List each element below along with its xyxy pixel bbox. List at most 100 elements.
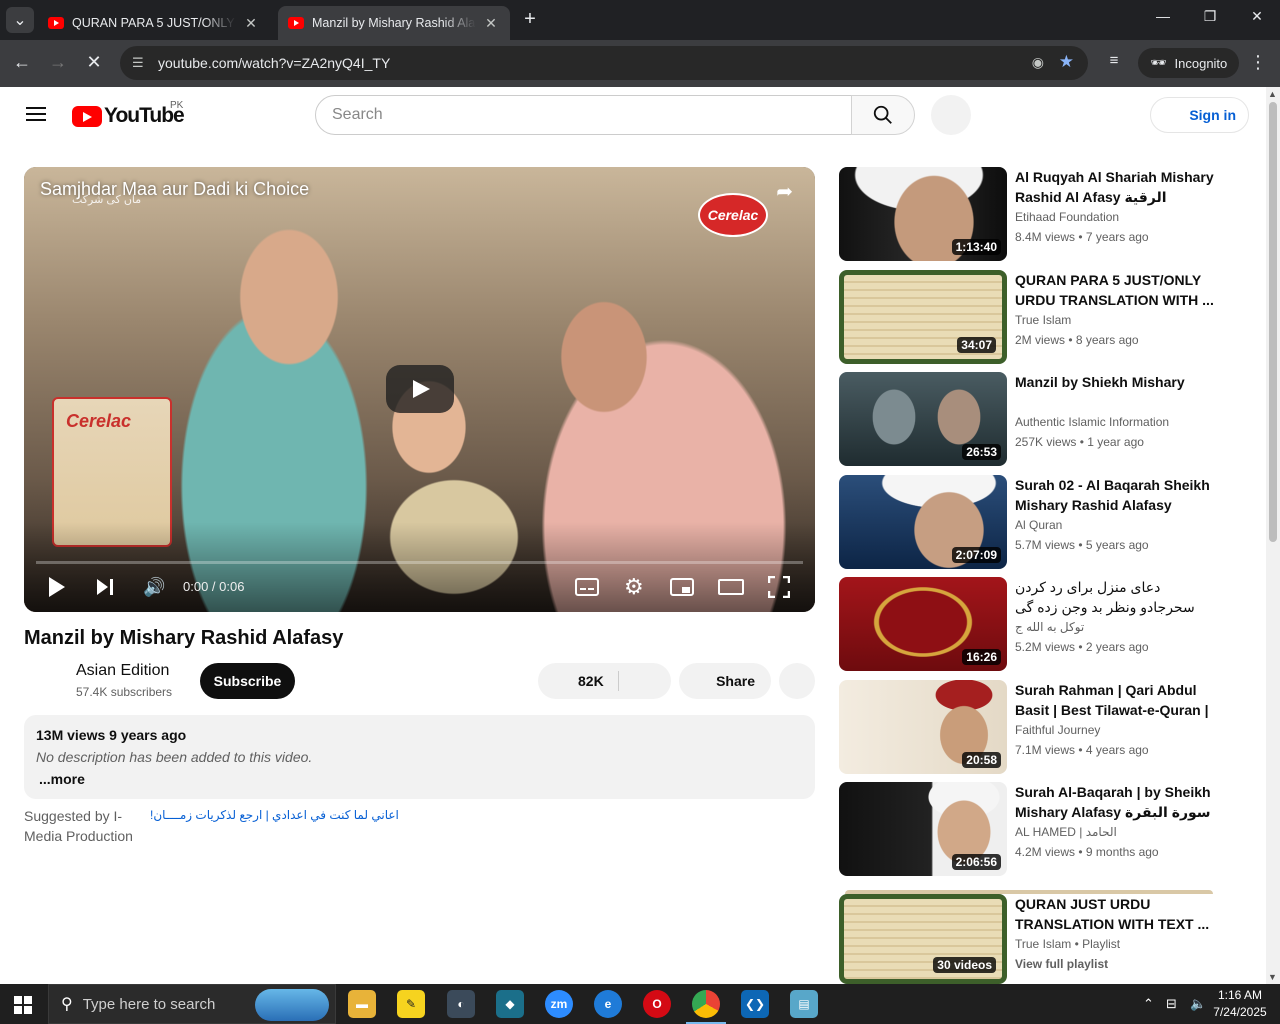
minimize-icon[interactable]: —: [1148, 8, 1178, 24]
channel-avatar[interactable]: [24, 662, 64, 702]
more-actions-button[interactable]: [779, 663, 815, 699]
restore-icon[interactable]: ❐: [1195, 8, 1225, 25]
recommendation-item[interactable]: 2:06:56 Surah Al-Baqarah | by Sheikh Mis…: [839, 782, 1219, 876]
edge-icon[interactable]: e: [594, 990, 622, 1018]
recommendation-item[interactable]: 16:26 دعای منزل برای رد کردن سحرجادو ونظ…: [839, 577, 1219, 671]
play-icon[interactable]: [48, 575, 66, 599]
close-tab-icon[interactable]: ✕: [242, 15, 260, 32]
sign-in-button[interactable]: Sign in: [1150, 97, 1249, 133]
settings-gear-icon[interactable]: ⚙: [624, 574, 644, 599]
big-play-button[interactable]: [386, 365, 454, 413]
subtitles-icon[interactable]: [575, 575, 599, 599]
subscribe-button[interactable]: Subscribe: [200, 663, 295, 699]
ad-title[interactable]: Samjhdar Maa aur Dadi ki Choice: [40, 179, 309, 200]
new-tab-button[interactable]: +: [518, 8, 542, 31]
zoom-icon[interactable]: zm: [545, 990, 573, 1018]
forward-icon[interactable]: →: [46, 52, 70, 73]
chrome-icon[interactable]: [686, 990, 726, 1024]
theater-mode-icon[interactable]: [718, 575, 744, 599]
eye-off-icon[interactable]: ◉: [1032, 54, 1044, 71]
rec-title[interactable]: Surah Al-Baqarah | by Sheikh Mishary Ala…: [1015, 782, 1217, 822]
rec-channel[interactable]: توکل به الله ج: [1015, 620, 1084, 634]
recommendation-item[interactable]: 20:58 Surah Rahman | Qari Abdul Basit | …: [839, 680, 1219, 774]
rec-title[interactable]: QURAN PARA 5 JUST/ONLY URDU TRANSLATION …: [1015, 270, 1217, 310]
video-thumbnail[interactable]: 34:07: [839, 270, 1007, 364]
rec-title[interactable]: Surah Rahman | Qari Abdul Basit | Best T…: [1015, 680, 1217, 720]
description-box[interactable]: 13M views 9 years ago No description has…: [24, 715, 815, 799]
rec-channel[interactable]: Faithful Journey: [1015, 723, 1100, 737]
video-thumbnail[interactable]: 16:26: [839, 577, 1007, 671]
video-thumbnail[interactable]: 26:53: [839, 372, 1007, 466]
youtube-logo[interactable]: YouTube PK: [72, 100, 185, 128]
rec-title[interactable]: Surah 02 - Al Baqarah Sheikh Mishary Ras…: [1015, 475, 1217, 515]
stop-loading-icon[interactable]: ✕: [82, 52, 106, 73]
file-explorer-icon[interactable]: ▬: [348, 990, 376, 1018]
network-icon[interactable]: ⊟: [1166, 996, 1177, 1012]
close-tab-icon[interactable]: ✕: [482, 15, 500, 32]
recommendation-item[interactable]: 2:07:09 Surah 02 - Al Baqarah Sheikh Mis…: [839, 475, 1219, 569]
show-more-link[interactable]: ...more: [39, 771, 803, 787]
address-bar[interactable]: ☰ youtube.com/watch?v=ZA2nyQ4I_TY ◉ ★: [120, 46, 1088, 80]
browser-tab-2[interactable]: Manzil by Mishary Rashid Alafasy ✕: [278, 6, 510, 40]
share-button[interactable]: Share: [679, 663, 771, 699]
recommendation-item[interactable]: 34:07 QURAN PARA 5 JUST/ONLY URDU TRANSL…: [839, 270, 1219, 364]
video-thumbnail[interactable]: 1:13:40: [839, 167, 1007, 261]
rec-title[interactable]: Al Ruqyah Al Shariah Mishary Rashid Al A…: [1015, 167, 1217, 207]
video-thumbnail[interactable]: 2:06:56: [839, 782, 1007, 876]
volume-tray-icon[interactable]: 🔈: [1190, 996, 1206, 1012]
rec-channel[interactable]: Etihaad Foundation: [1015, 210, 1119, 224]
app-icon[interactable]: ◐: [447, 990, 475, 1018]
suggested-link[interactable]: اعاني لما كنت في اعدادي | ارجع لذكريات ز…: [150, 808, 399, 822]
rec-channel[interactable]: True Islam • Playlist: [1015, 937, 1120, 951]
rec-title[interactable]: Manzil by Shiekh Mishary: [1015, 372, 1217, 392]
rec-title[interactable]: QURAN JUST URDU TRANSLATION WITH TEXT ..…: [1015, 894, 1217, 934]
site-info-icon[interactable]: ☰: [132, 55, 152, 71]
scroll-down-icon[interactable]: ▼: [1268, 972, 1277, 982]
sticky-notes-icon[interactable]: ✎: [397, 990, 425, 1018]
scrollbar-thumb[interactable]: [1269, 102, 1277, 542]
rec-title[interactable]: دعای منزل برای رد کردن سحرجادو ونظر بد و…: [1015, 577, 1217, 617]
video-thumbnail[interactable]: 20:58: [839, 680, 1007, 774]
progress-bar[interactable]: [36, 561, 803, 564]
close-window-icon[interactable]: ✕: [1242, 8, 1272, 25]
scroll-up-icon[interactable]: ▲: [1268, 89, 1277, 99]
tab-search-button[interactable]: ⌄: [6, 7, 34, 33]
fullscreen-icon[interactable]: [768, 575, 790, 599]
system-clock[interactable]: 1:16 AM 7/24/2025: [1210, 987, 1270, 1021]
playlist-item[interactable]: 30 videos QURAN JUST URDU TRANSLATION WI…: [839, 890, 1219, 984]
hamburger-menu-icon[interactable]: [24, 104, 48, 124]
vscode-icon[interactable]: ❮❯: [741, 990, 769, 1018]
rec-channel[interactable]: Authentic Islamic Information: [1015, 415, 1169, 429]
rec-channel[interactable]: AL HAMED | الحامد: [1015, 825, 1117, 839]
view-full-playlist-link[interactable]: View full playlist: [1015, 957, 1108, 971]
video-player[interactable]: Cerelac Cerelac ماں کی شرکت Samjhdar Maa…: [24, 167, 815, 612]
media-controls-icon[interactable]: ≡: [1102, 52, 1126, 69]
channel-name[interactable]: Asian Edition: [76, 662, 169, 680]
rec-channel[interactable]: Al Quran: [1015, 518, 1062, 532]
miniplayer-icon[interactable]: [670, 575, 694, 599]
volume-icon[interactable]: 🔊: [143, 575, 165, 599]
opera-icon[interactable]: O: [643, 990, 671, 1018]
search-input[interactable]: Search: [315, 95, 852, 135]
rec-channel[interactable]: True Islam: [1015, 313, 1071, 327]
video-thumbnail[interactable]: 2:07:09: [839, 475, 1007, 569]
bookmark-star-icon[interactable]: ★: [1059, 52, 1074, 72]
next-icon[interactable]: [96, 575, 114, 599]
share-arrow-icon[interactable]: ➦: [776, 179, 793, 204]
taskbar-search-box[interactable]: ⚲ Type here to search: [48, 984, 336, 1024]
recommendation-item[interactable]: 26:53 Manzil by Shiekh Mishary Authentic…: [839, 372, 1219, 466]
voice-search-button[interactable]: [931, 95, 971, 135]
page-scrollbar[interactable]: ▲ ▼: [1266, 87, 1280, 984]
windows-start-icon[interactable]: [14, 996, 32, 1014]
app-cube-icon[interactable]: ◆: [496, 990, 524, 1018]
incognito-badge[interactable]: 🕶 Incognito: [1138, 48, 1240, 78]
app-icon[interactable]: ▤: [790, 990, 818, 1018]
kebab-menu-icon[interactable]: ⋮: [1246, 52, 1270, 73]
playlist-thumbnail[interactable]: 30 videos: [839, 894, 1007, 984]
like-button[interactable]: 82K: [538, 663, 671, 699]
back-icon[interactable]: ←: [10, 52, 34, 73]
search-button[interactable]: [851, 95, 915, 135]
recommendation-item[interactable]: 1:13:40 Al Ruqyah Al Shariah Mishary Ras…: [839, 167, 1219, 261]
tray-overflow-icon[interactable]: ⌃: [1143, 996, 1154, 1012]
browser-tab-1[interactable]: QURAN PARA 5 JUST/ONLY URDU ✕: [38, 6, 270, 40]
